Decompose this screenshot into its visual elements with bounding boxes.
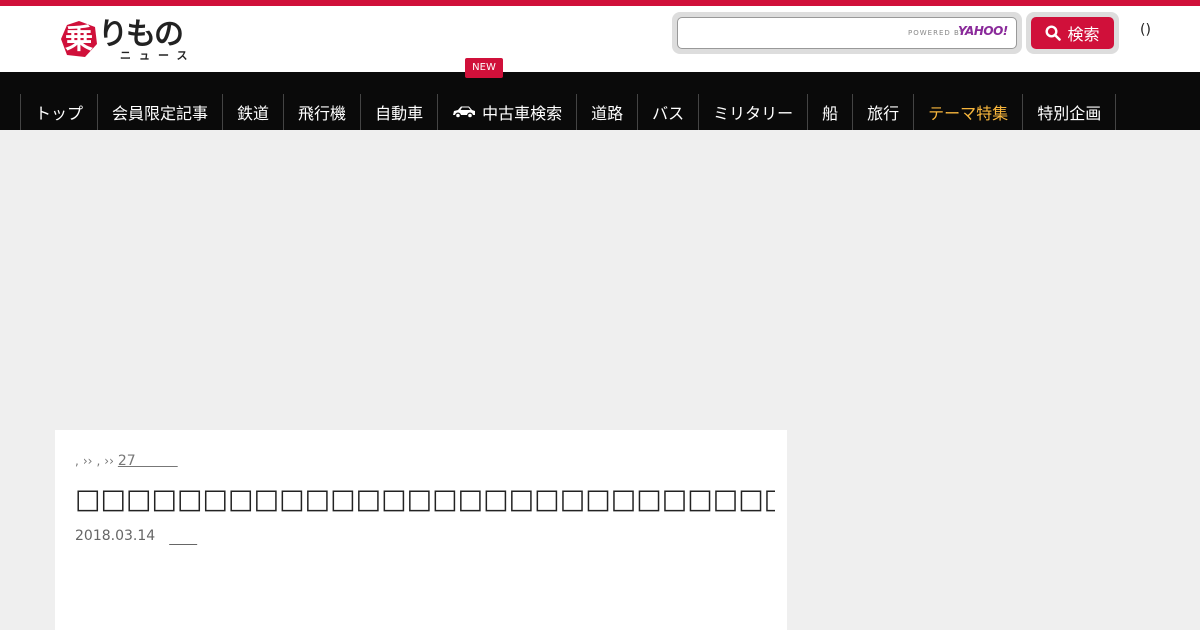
breadcrumb-arrows: ››	[104, 454, 114, 468]
nav-item-aircraft[interactable]: 飛行機	[284, 94, 362, 130]
nav-item-bus[interactable]: バス	[638, 94, 700, 130]
nav-item-railway[interactable]: 鉄道	[223, 94, 285, 130]
nav-item-road[interactable]: 道路	[577, 94, 639, 130]
new-badge: NEW	[465, 58, 503, 78]
article-title: □□□□□□□□□□□□□□□□□□□□□□□□□□□□□□□□□□□□□□□□…	[75, 484, 775, 515]
search-button-frame: 検索	[1026, 12, 1119, 54]
breadcrumb: , ›› , ›› 27	[75, 450, 178, 470]
nav-item-special-project[interactable]: 特別企画	[1023, 94, 1117, 130]
search-button-label: 検索	[1067, 25, 1100, 44]
powered-by-label: POWERED BY	[908, 29, 965, 37]
nav-item-theme-feature[interactable]: テーマ特集	[914, 94, 1024, 130]
logo-main-text: りもの	[98, 17, 184, 52]
article-card: , ›› , ›› 27 □□□□□□□□□□□□□□□□□□□□□□□□□□□…	[55, 430, 787, 630]
car-icon	[452, 105, 476, 119]
breadcrumb-separator: ,	[75, 454, 79, 468]
main-nav: トップ 会員限定記事 鉄道 飛行機 自動車 中古車検索 道路 バス ミリタリー …	[0, 72, 1200, 130]
article-meta: 2018.03.14	[75, 528, 197, 548]
logo-char: 乗	[64, 22, 93, 55]
ad-placeholder	[0, 130, 1200, 430]
article-date: 2018.03.14	[75, 528, 156, 544]
breadcrumb-arrows: ››	[82, 454, 93, 468]
nav-item-used-car-search[interactable]: 中古車検索	[438, 94, 578, 130]
article-author-link[interactable]	[169, 528, 197, 548]
nav-item-automobile[interactable]: 自動車	[361, 94, 439, 130]
search-provider-logo: YAHOO!	[958, 24, 1008, 38]
nav-item-military[interactable]: ミリタリー	[699, 94, 809, 130]
breadcrumb-separator: ,	[96, 454, 101, 468]
user-link[interactable]: ()	[1140, 22, 1151, 38]
site-logo[interactable]: 乗 りもの ニュース	[58, 16, 188, 62]
nav-list: トップ 会員限定記事 鉄道 飛行機 自動車 中古車検索 道路 バス ミリタリー …	[20, 94, 1117, 130]
search-button[interactable]: 検索	[1031, 17, 1114, 49]
search-icon	[1045, 25, 1062, 41]
nav-item-members[interactable]: 会員限定記事	[98, 94, 224, 130]
logo-sub-text: ニュース	[120, 49, 196, 62]
breadcrumb-current[interactable]: 27	[118, 450, 178, 470]
nav-item-top[interactable]: トップ	[21, 94, 99, 130]
nav-item-ship[interactable]: 船	[808, 94, 854, 130]
nav-item-travel[interactable]: 旅行	[853, 94, 915, 130]
